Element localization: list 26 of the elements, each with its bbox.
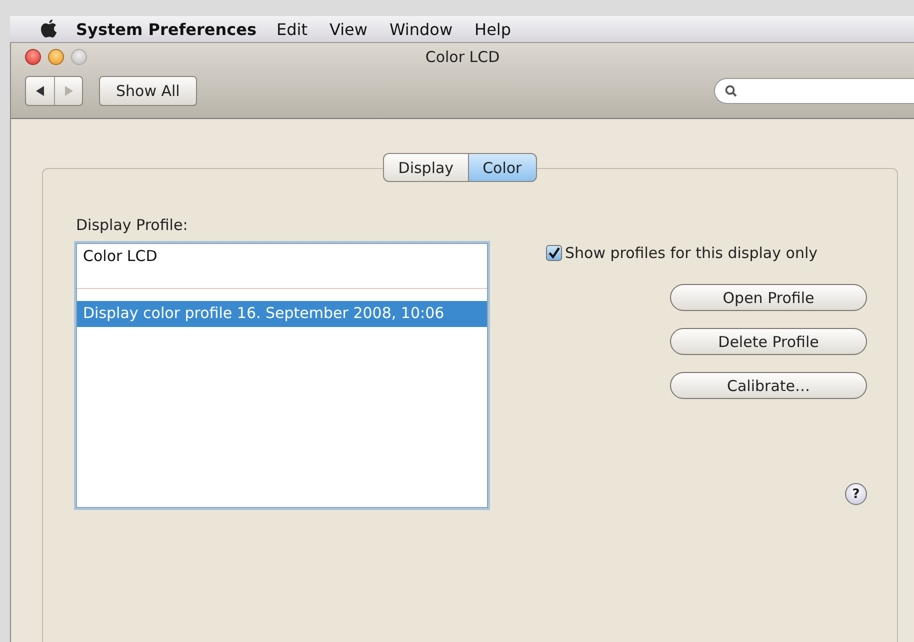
- app-menu[interactable]: System Preferences: [76, 20, 256, 38]
- window-title: Color LCD: [425, 48, 500, 66]
- search-field[interactable]: [714, 78, 914, 104]
- checkbox-label: Show profiles for this display only: [565, 244, 818, 262]
- search-icon: [725, 84, 737, 96]
- checkmark-icon: [548, 247, 560, 259]
- show-all-button[interactable]: Show All: [99, 76, 197, 106]
- tab[interactable]: Color: [468, 153, 537, 182]
- list-item[interactable]: Display color profile 16. September 2008, 10:06: [77, 301, 487, 327]
- action-button[interactable]: Calibrate…: [670, 372, 867, 399]
- help-button[interactable]: ?: [845, 483, 867, 505]
- action-button[interactable]: Delete Profile: [670, 328, 867, 355]
- menu-item[interactable]: Edit: [276, 20, 308, 38]
- forward-arrow-icon: [64, 86, 73, 96]
- menu-item[interactable]: Window: [389, 20, 453, 38]
- back-arrow-icon: [36, 86, 44, 96]
- action-button[interactable]: Open Profile: [670, 284, 867, 311]
- tab[interactable]: Display: [383, 153, 469, 182]
- close-button[interactable]: [25, 49, 41, 65]
- menu-item[interactable]: View: [329, 20, 368, 38]
- list-item[interactable]: Color LCD: [77, 244, 487, 270]
- apple-icon[interactable]: [40, 19, 58, 39]
- minimize-button[interactable]: [48, 49, 64, 65]
- field-label: Display Profile:: [76, 216, 189, 234]
- menu-item[interactable]: Help: [474, 20, 512, 38]
- checkbox[interactable]: [546, 245, 562, 261]
